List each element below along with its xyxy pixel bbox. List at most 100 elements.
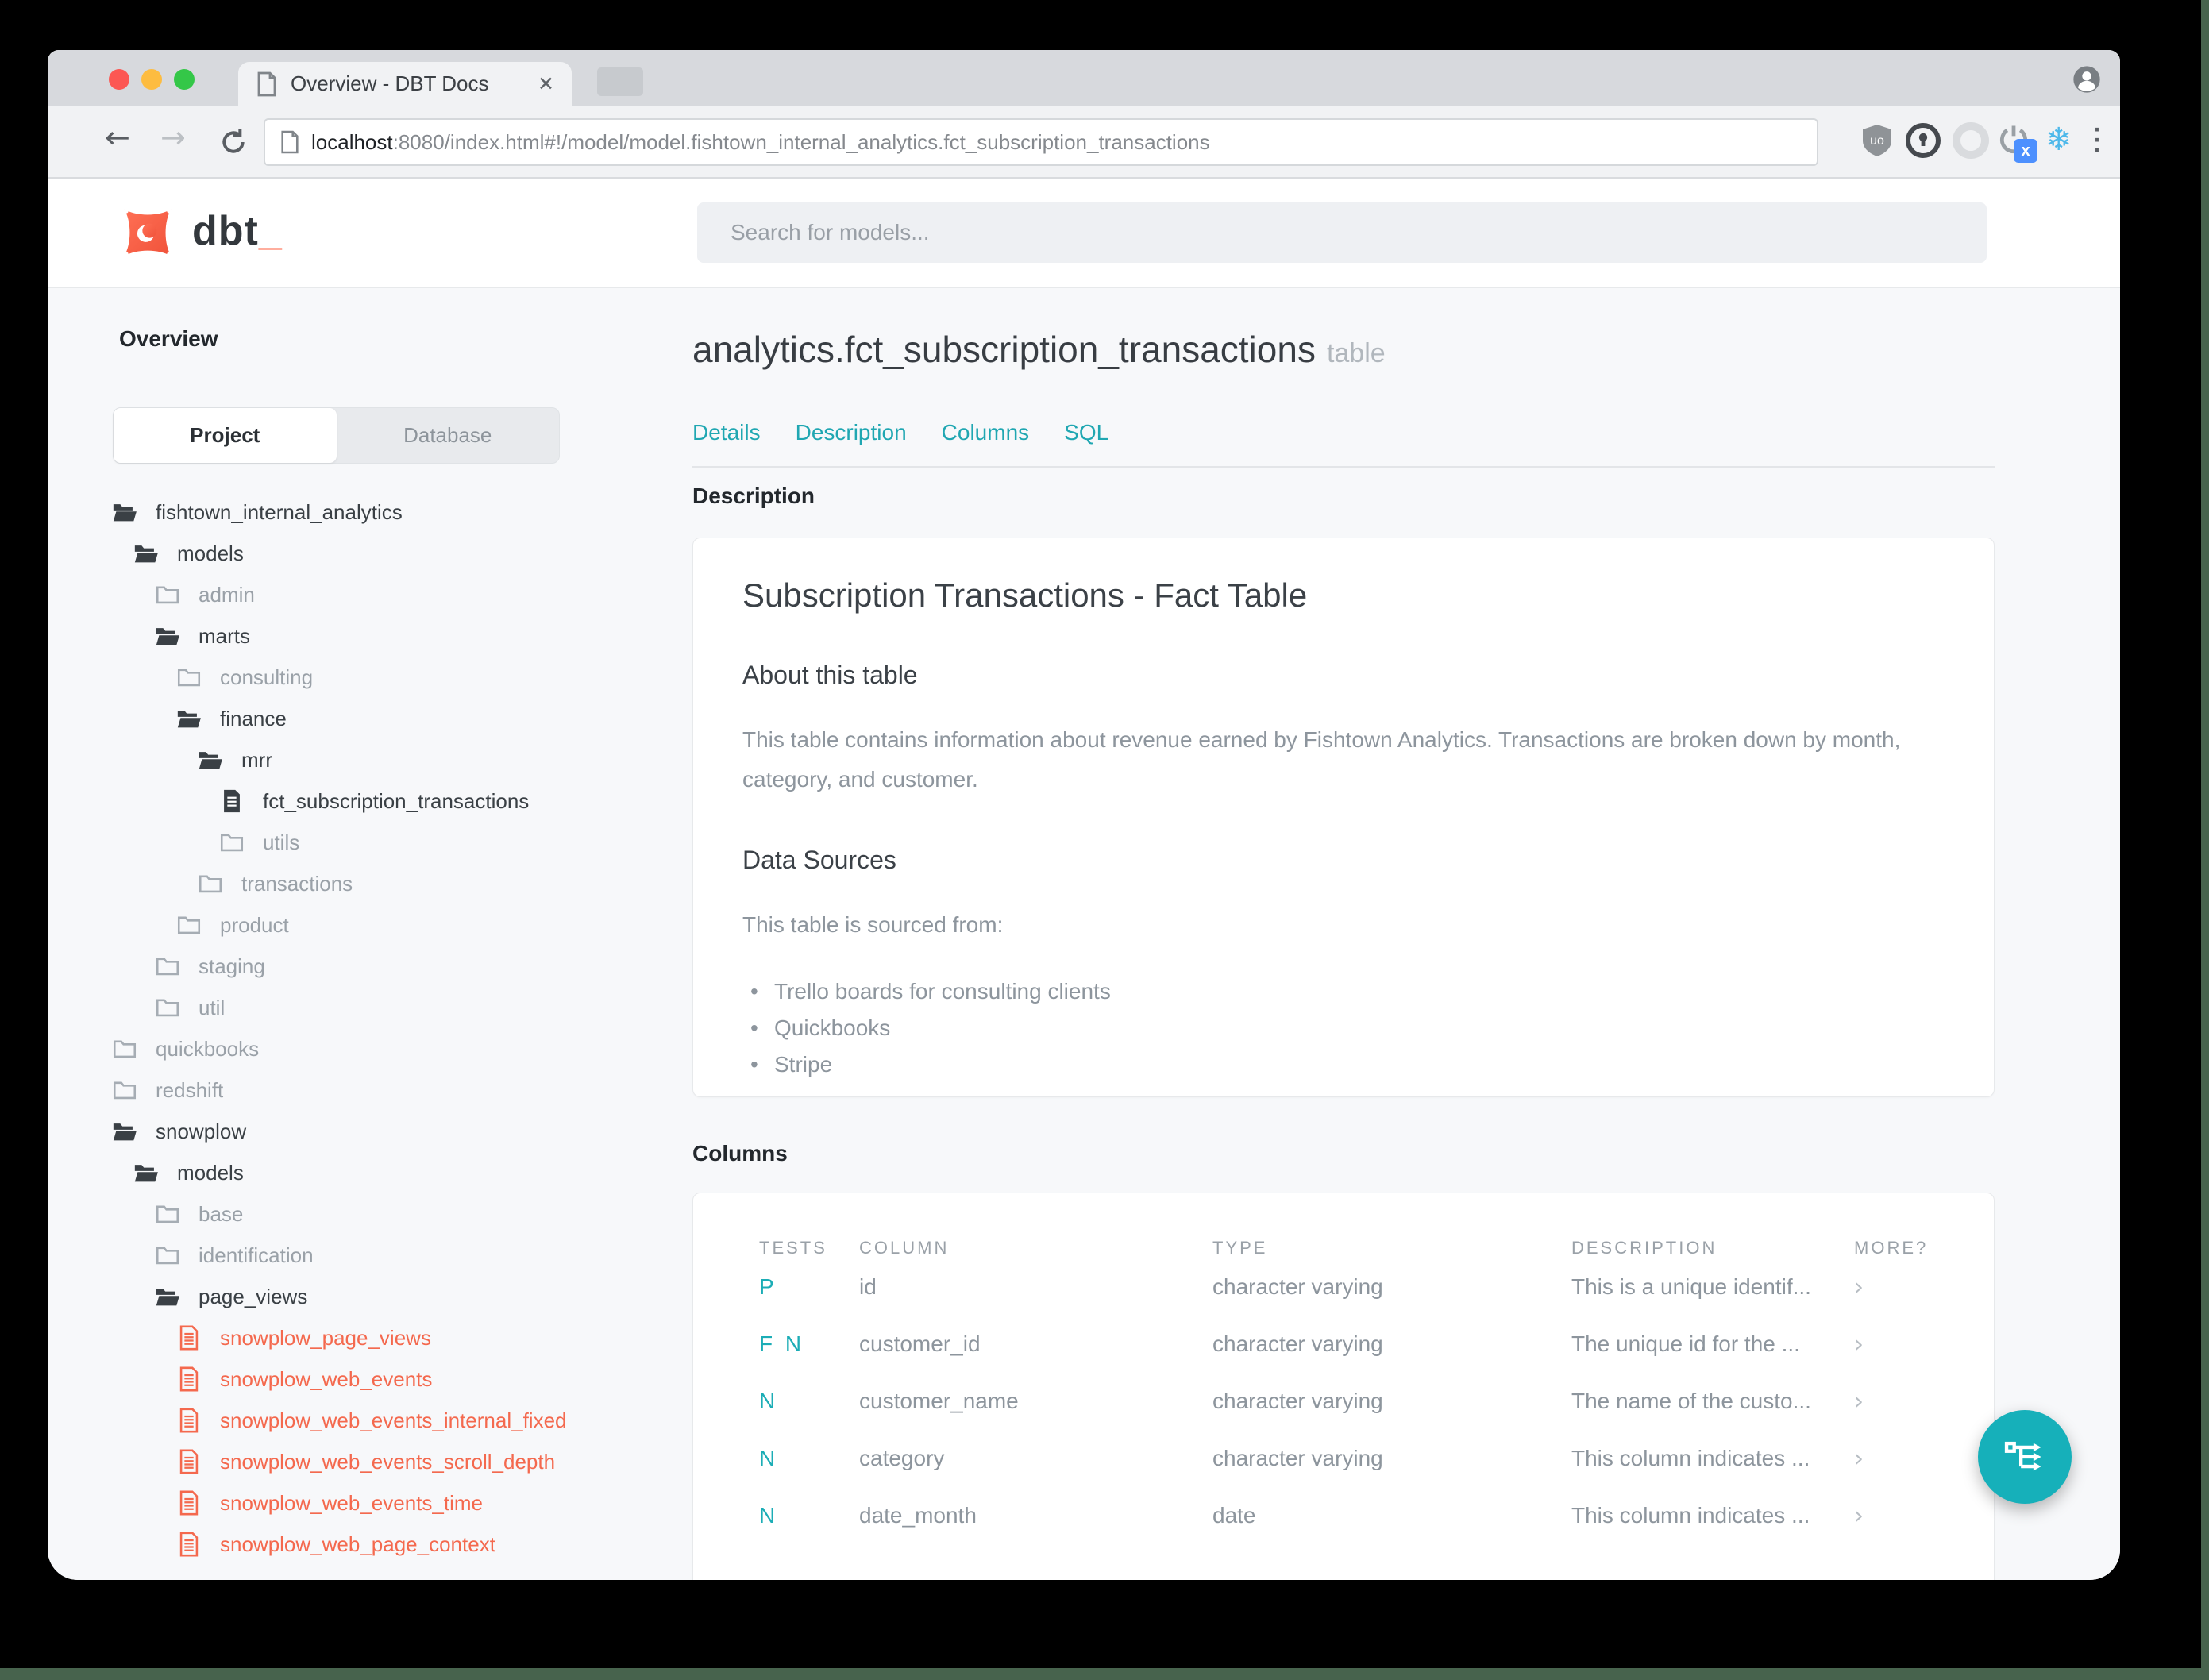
tab-database[interactable]: Database [337,408,560,463]
tree-item-snowplow_web_events_internal_fixed[interactable]: snowplow_web_events_internal_fixed [48,1400,667,1441]
tree-item-label: models [177,541,244,565]
folder-icon [113,1081,137,1100]
ublock-extension-icon[interactable]: uo [1858,121,1896,160]
tree-item-marts[interactable]: marts [48,615,667,657]
back-button[interactable]: ← [105,120,130,155]
tree-item-snowplow[interactable]: snowplow [48,1111,667,1152]
about-heading: About this table [742,661,918,689]
nav-link-sql[interactable]: SQL [1064,420,1108,445]
column-name: customer_name [859,1389,1019,1413]
tree-item-util[interactable]: util [48,987,667,1028]
reload-button[interactable] [218,126,249,158]
tree-item-utils[interactable]: utils [48,822,667,863]
sources-list: Trello boards for consulting clientsQuic… [742,973,1945,1083]
tree-item-quickbooks[interactable]: quickbooks [48,1028,667,1069]
dbt-logo-icon[interactable] [118,202,178,263]
browser-menu-icon[interactable]: ⋮ [2082,121,2120,160]
table-row-date_month[interactable]: Ndate_month date This column indicates ...… [693,1487,1994,1544]
tree-item-admin[interactable]: admin [48,574,667,615]
table-row-customer_name[interactable]: Ncustomer_name character varying The name … [693,1373,1994,1430]
tree-item-label: redshift [156,1077,224,1102]
tree-item-label: product [220,912,289,937]
tree-item-label: identification [199,1243,314,1267]
tree-item-label: consulting [220,665,314,689]
power-extension-icon[interactable]: x [1996,121,2037,163]
tree-item-snowplow_page_views[interactable]: snowplow_page_views [48,1317,667,1358]
page-favicon-icon [257,71,276,96]
column-description: The unique id for the ... [1571,1331,1800,1356]
tree-item-product[interactable]: product [48,904,667,946]
model-search[interactable] [697,202,1987,263]
tree-item-consulting[interactable]: consulting [48,657,667,698]
table-row-customer_id[interactable]: F N customer_id character varying The uniqu… [693,1316,1994,1373]
tree-item-page_views[interactable]: page_views [48,1276,667,1317]
tree-item-snowplow_web_page_context[interactable]: snowplow_web_page_context [48,1524,667,1565]
snowflake-extension-icon[interactable]: ❄ [2045,121,2084,160]
folder-icon [220,834,244,852]
file-icon [224,789,240,813]
tree-item-label: fishtown_internal_analytics [156,499,403,524]
tree-item-snowplow_web_events_time[interactable]: snowplow_web_events_time [48,1482,667,1524]
tree-item-base[interactable]: base [48,1193,667,1235]
onepassword-extension-icon[interactable] [1904,121,1942,160]
column-header-column: COLUMN [859,1238,950,1258]
expand-row-chevron-icon[interactable]: › [1854,1445,1962,1473]
description-card: Subscription Transactions - Fact Table A… [692,538,1995,1097]
nav-link-details[interactable]: Details [692,420,761,445]
url-bar[interactable]: localhost:8080/index.html#!/model/model.… [264,118,1818,166]
table-row-id[interactable]: Pid character varying This is a unique ide… [693,1258,1994,1316]
source-item: Quickbooks [742,1010,1945,1046]
tree-item-fishtown_internal_analytics[interactable]: fishtown_internal_analytics [48,491,667,533]
tree-item-label: fct_subscription_transactions [263,788,530,813]
browser-tab[interactable]: Overview - DBT Docs ✕ [238,62,572,106]
gray-circle-extension-icon[interactable] [1952,121,1990,160]
page-icon [281,130,299,154]
tree-item-models[interactable]: models [48,1152,667,1193]
sidebar-overview-link[interactable]: Overview [119,326,218,352]
tree-item-mrr[interactable]: mrr [48,739,667,780]
tree-item-redshift[interactable]: redshift [48,1069,667,1111]
tree-item-models[interactable]: models [48,533,667,574]
lineage-graph-button[interactable] [1978,1410,2072,1504]
site-header: dbt_ [48,179,2120,288]
tree-item-finance[interactable]: finance [48,698,667,739]
file-icon [179,1532,199,1557]
folder-open-icon [199,752,222,769]
tree-item-label: mrr [241,747,272,772]
close-window-button[interactable] [109,69,129,90]
nav-link-columns[interactable]: Columns [942,420,1029,445]
expand-row-chevron-icon[interactable]: › [1854,1273,1962,1301]
tree-item-staging[interactable]: staging [48,946,667,987]
table-row-category[interactable]: Ncategory character varying This column in… [693,1430,1994,1487]
expand-row-chevron-icon[interactable]: › [1854,1331,1962,1358]
tree-item-identification[interactable]: identification [48,1235,667,1276]
folder-icon [177,916,201,934]
folder-icon [156,586,179,604]
tab-project[interactable]: Project [114,408,337,463]
wallpaper-edge-bottom [0,1668,2209,1680]
tree-item-snowplow_web_events[interactable]: snowplow_web_events [48,1358,667,1400]
columns-card: TESTS COLUMN TYPE DESCRIPTION MORE? Pid chara… [692,1193,1995,1580]
folder-icon [156,1247,179,1265]
folder-open-icon [134,545,158,563]
dbt-logo-text[interactable]: dbt_ [192,207,283,255]
new-tab-button[interactable] [597,67,643,96]
nav-link-description[interactable]: Description [796,420,907,445]
forward-button[interactable]: → [160,120,186,155]
minimize-window-button[interactable] [141,69,162,90]
tree-item-transactions[interactable]: transactions [48,863,667,904]
tree-item-label: utils [263,830,300,854]
tree-item-label: util [199,995,226,1019]
tab-close-icon[interactable]: ✕ [538,72,554,95]
search-input[interactable] [731,220,1953,245]
expand-row-chevron-icon[interactable]: › [1854,1502,1962,1530]
tree-item-label: staging [199,954,265,978]
expand-row-chevron-icon[interactable]: › [1854,1388,1962,1416]
tree-item-snowplow_web_events_scroll_depth[interactable]: snowplow_web_events_scroll_depth [48,1441,667,1482]
tree-item-label: snowplow_web_page_context [220,1532,495,1556]
profile-avatar-icon[interactable] [2071,64,2103,95]
folder-open-icon [156,628,179,645]
column-description: The name of the custo... [1571,1389,1811,1413]
tree-item-fct_subscription_transactions[interactable]: fct_subscription_transactions [48,780,667,822]
zoom-window-button[interactable] [174,69,195,90]
